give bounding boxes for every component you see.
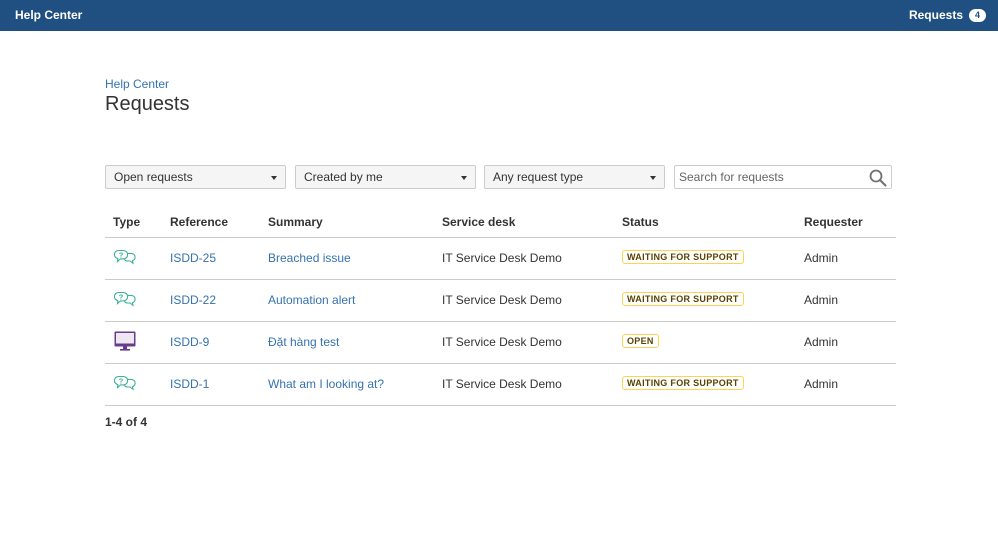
status-badge: WAITING FOR SUPPORT	[622, 375, 744, 390]
breadcrumb-help-center[interactable]: Help Center	[105, 77, 169, 91]
table-row[interactable]: ISDD-9 Đặt hàng test IT Service Desk Dem…	[105, 321, 896, 364]
requests-table: Type Reference Summary Service desk Stat…	[105, 208, 896, 406]
request-type-filter-value: Any request type	[493, 170, 584, 184]
reference-cell: ISDD-22	[170, 279, 268, 322]
summary-link[interactable]: What am I looking at?	[268, 377, 384, 391]
type-cell: ?	[105, 279, 170, 322]
svg-text:?: ?	[119, 292, 124, 301]
chevron-down-icon	[650, 176, 656, 180]
status-badge: OPEN	[622, 333, 659, 348]
requests-nav-label: Requests	[908, 8, 963, 22]
computer-monitor-icon	[114, 331, 136, 351]
summary-cell: What am I looking at?	[268, 363, 442, 406]
table-header-row: Type Reference Summary Service desk Stat…	[105, 208, 896, 238]
search-icon[interactable]	[869, 169, 887, 187]
requester-cell: Admin	[804, 363, 896, 406]
column-header-summary: Summary	[268, 208, 442, 238]
page-title: Requests	[105, 93, 190, 115]
search-box	[674, 165, 892, 189]
search-input[interactable]	[679, 169, 865, 185]
requester-cell: Admin	[804, 321, 896, 364]
column-header-service-desk: Service desk	[442, 208, 622, 238]
status-cell: WAITING FOR SUPPORT	[622, 363, 804, 406]
creator-filter-dropdown[interactable]: Created by me	[295, 165, 476, 189]
summary-cell: Đặt hàng test	[268, 321, 442, 364]
table-row[interactable]: ? ISDD-1 What am I looking at? IT Servic…	[105, 363, 896, 406]
chevron-down-icon	[271, 176, 277, 180]
reference-link[interactable]: ISDD-22	[170, 293, 216, 307]
creator-filter-value: Created by me	[304, 170, 383, 184]
pagination-count: 1-4 of 4	[105, 415, 148, 429]
requests-nav-link[interactable]: Requests 4	[909, 8, 986, 22]
reference-cell: ISDD-25	[170, 237, 268, 280]
summary-link[interactable]: Breached issue	[268, 251, 351, 265]
question-bubble-icon: ?	[113, 375, 136, 391]
type-cell: ?	[105, 237, 170, 280]
question-bubble-icon: ?	[113, 291, 136, 307]
type-cell: ?	[105, 363, 170, 406]
reference-link[interactable]: ISDD-1	[170, 377, 209, 391]
status-filter-dropdown[interactable]: Open requests	[105, 165, 286, 189]
table-row[interactable]: ? ISDD-22 Automation alert IT Service De…	[105, 279, 896, 322]
reference-cell: ISDD-1	[170, 363, 268, 406]
status-badge: WAITING FOR SUPPORT	[622, 249, 744, 264]
type-cell	[105, 321, 170, 364]
summary-cell: Automation alert	[268, 279, 442, 322]
table-row[interactable]: ? ISDD-25 Breached issue IT Service Desk…	[105, 237, 896, 280]
requester-cell: Admin	[804, 237, 896, 280]
requests-count-badge: 4	[969, 8, 986, 22]
summary-cell: Breached issue	[268, 237, 442, 280]
service-desk-cell: IT Service Desk Demo	[442, 363, 622, 406]
column-header-type: Type	[105, 208, 170, 238]
status-cell: WAITING FOR SUPPORT	[622, 279, 804, 322]
status-cell: OPEN	[622, 321, 804, 364]
reference-cell: ISDD-9	[170, 321, 268, 364]
column-header-requester: Requester	[804, 208, 896, 238]
help-center-home-link[interactable]: Help Center	[15, 8, 82, 22]
reference-link[interactable]: ISDD-25	[170, 251, 216, 265]
status-filter-value: Open requests	[114, 170, 193, 184]
service-desk-cell: IT Service Desk Demo	[442, 321, 622, 364]
service-desk-cell: IT Service Desk Demo	[442, 237, 622, 280]
requester-cell: Admin	[804, 279, 896, 322]
chevron-down-icon	[461, 176, 467, 180]
request-type-filter-dropdown[interactable]: Any request type	[484, 165, 665, 189]
summary-link[interactable]: Đặt hàng test	[268, 335, 339, 349]
reference-link[interactable]: ISDD-9	[170, 335, 209, 349]
column-header-reference: Reference	[170, 208, 268, 238]
status-cell: WAITING FOR SUPPORT	[622, 237, 804, 280]
svg-text:?: ?	[119, 376, 124, 385]
summary-link[interactable]: Automation alert	[268, 293, 355, 307]
column-header-status: Status	[622, 208, 804, 238]
service-desk-cell: IT Service Desk Demo	[442, 279, 622, 322]
question-bubble-icon: ?	[113, 249, 136, 265]
status-badge: WAITING FOR SUPPORT	[622, 291, 744, 306]
top-navigation-bar: Help Center Requests 4	[0, 0, 998, 31]
svg-text:?: ?	[119, 250, 124, 259]
